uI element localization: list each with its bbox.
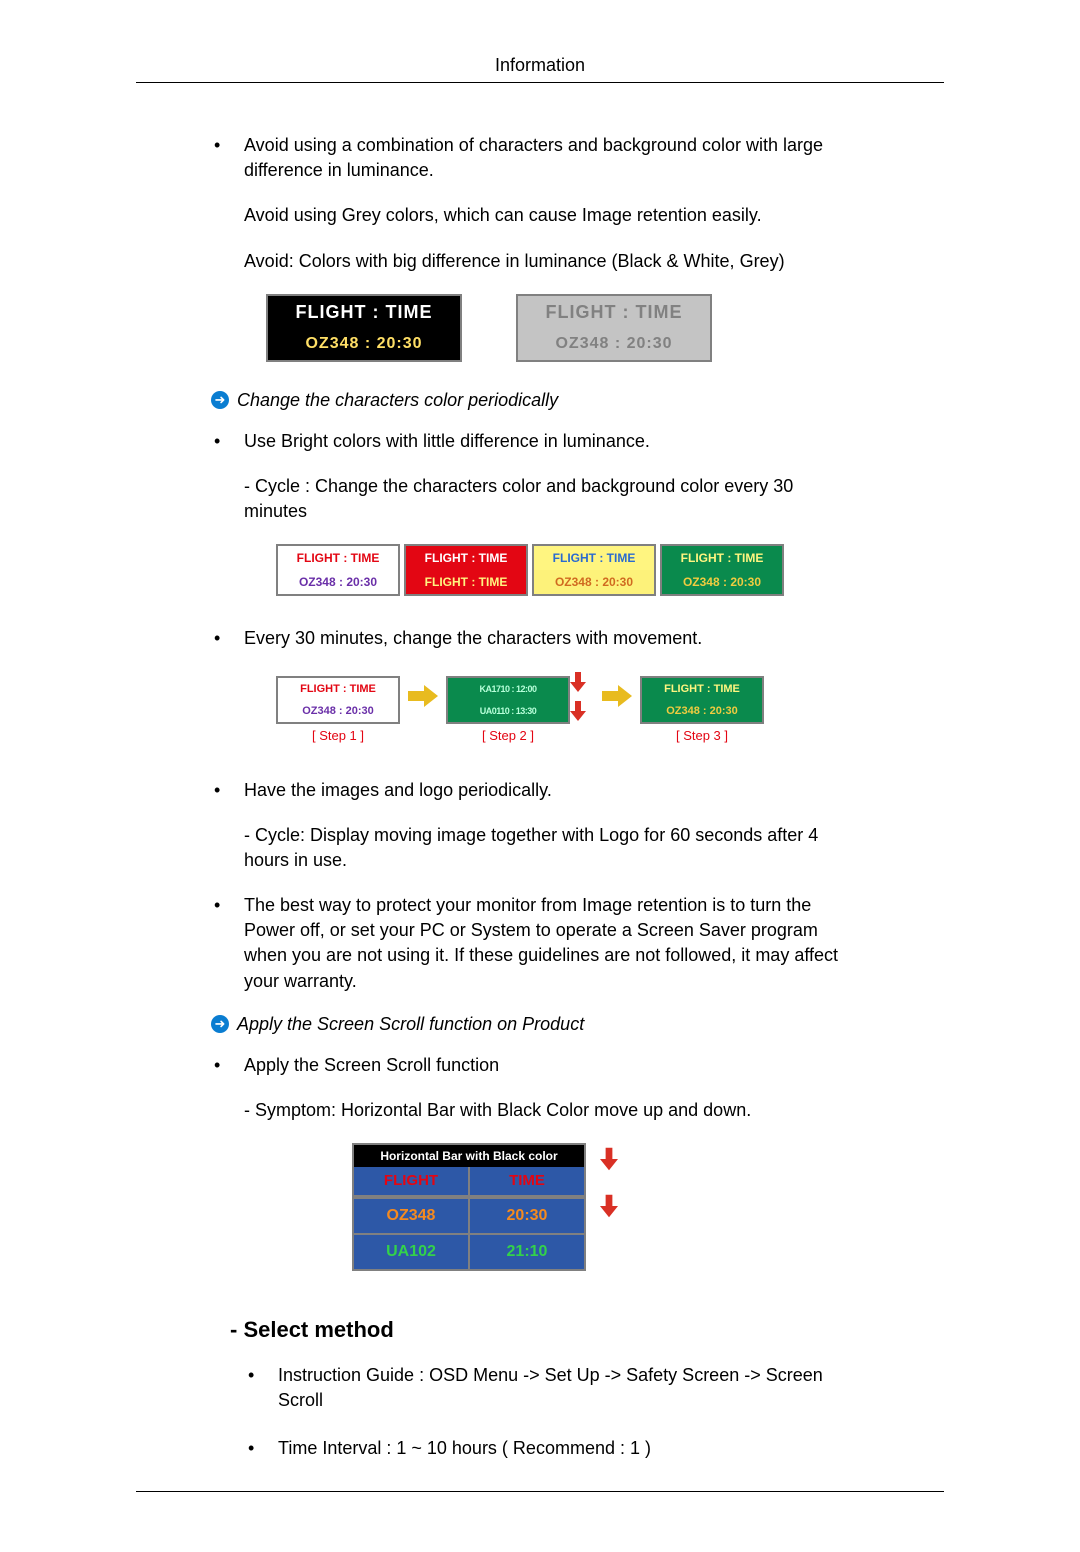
panel-black-data: OZ348 : 20:30 xyxy=(268,328,460,360)
text-avoid-luminance: Avoid using a combination of characters … xyxy=(244,133,854,183)
arrow-circle-icon: ➜ xyxy=(211,391,229,409)
text-movement: Every 30 minutes, change the characters … xyxy=(244,626,854,651)
section-movement: • Every 30 minutes, change the character… xyxy=(214,626,854,651)
step-3: FLIGHT : TIME OZ348 : 20:30 [ Step 3 ] xyxy=(640,676,764,743)
text-avoid-grey: Avoid using Grey colors, which can cause… xyxy=(244,203,854,228)
scroll-cell: OZ348 xyxy=(354,1197,470,1233)
arrow-down-icon xyxy=(600,1147,618,1176)
arrow-circle-icon: ➜ xyxy=(211,1015,229,1033)
illustration-screen-scroll: Horizontal Bar with Black color FLIGHT T… xyxy=(352,1143,944,1271)
bullet-avoid-luminance: • Avoid using a combination of character… xyxy=(214,133,854,274)
scroll-header-row: FLIGHT TIME xyxy=(354,1167,584,1197)
cycle-panel-3: FLIGHT : TIME OZ348 : 20:30 xyxy=(532,544,656,596)
bullet-best-way: • The best way to protect your monitor f… xyxy=(214,893,854,994)
step-panel-row: UA0110 : 13:30 xyxy=(448,700,568,722)
illustration-color-cycle: FLIGHT : TIME OZ348 : 20:30 FLIGHT : TIM… xyxy=(276,544,944,596)
step-3-label: [ Step 3 ] xyxy=(676,728,728,743)
note-screen-scroll: ➜ Apply the Screen Scroll function on Pr… xyxy=(211,1014,944,1035)
scroll-header-flight: FLIGHT xyxy=(354,1167,470,1197)
panel-black-header: FLIGHT : TIME xyxy=(268,296,460,328)
section-bright-colors: • Use Bright colors with little differen… xyxy=(214,429,854,525)
bullet-dot: • xyxy=(248,1363,278,1413)
section-images-logo: • Have the images and logo periodically.… xyxy=(214,778,854,994)
bullet-movement: • Every 30 minutes, change the character… xyxy=(214,626,854,651)
scroll-table: Horizontal Bar with Black color FLIGHT T… xyxy=(352,1143,586,1271)
step-panel-row: OZ348 : 20:30 xyxy=(278,700,398,722)
scroll-arrows xyxy=(600,1147,618,1271)
scroll-header-time: TIME xyxy=(470,1167,584,1197)
heading-select-method: - Select method xyxy=(230,1317,944,1343)
cycle-panel-row: OZ348 : 20:30 xyxy=(278,570,398,594)
select-method-bullets: • Instruction Guide : OSD Menu -> Set Up… xyxy=(248,1363,868,1461)
section-apply-scroll: • Apply the Screen Scroll function - Sym… xyxy=(214,1053,854,1123)
panel-grey-header: FLIGHT : TIME xyxy=(518,296,710,328)
panel-black: FLIGHT : TIME OZ348 : 20:30 xyxy=(266,294,462,362)
bullet-dot: • xyxy=(214,893,244,994)
panel-grey-data: OZ348 : 20:30 xyxy=(518,328,710,360)
bullet-images-logo: • Have the images and logo periodically.… xyxy=(214,778,854,874)
step-panel-row: KA1710 : 12:00 xyxy=(448,678,568,700)
cycle-panel-4: FLIGHT : TIME OZ348 : 20:30 xyxy=(660,544,784,596)
scroll-row-1: OZ348 20:30 xyxy=(354,1197,584,1233)
cycle-panel-row: FLIGHT : TIME xyxy=(406,570,526,594)
bullet-dot: • xyxy=(214,429,244,525)
cycle-panel-row: FLIGHT : TIME xyxy=(662,546,782,570)
cycle-panel-row: FLIGHT : TIME xyxy=(406,546,526,570)
arrow-right-icon xyxy=(408,685,438,712)
content: • Avoid using a combination of character… xyxy=(136,83,944,1492)
scroll-blackbar: Horizontal Bar with Black color xyxy=(354,1145,584,1167)
bullet-dot: • xyxy=(248,1436,278,1461)
text-instruction-guide: Instruction Guide : OSD Menu -> Set Up -… xyxy=(278,1363,868,1413)
text-apply-scroll: Apply the Screen Scroll function xyxy=(244,1053,854,1078)
step-panel-row: FLIGHT : TIME xyxy=(642,678,762,700)
arrow-down-stack xyxy=(570,672,586,726)
illustration-movement-steps: FLIGHT : TIME OZ348 : 20:30 [ Step 1 ] K… xyxy=(276,672,944,748)
note-screen-scroll-text: Apply the Screen Scroll function on Prod… xyxy=(237,1014,584,1035)
arrow-down-icon xyxy=(570,672,586,697)
arrow-down-icon xyxy=(600,1194,618,1223)
cycle-panel-2: FLIGHT : TIME FLIGHT : TIME xyxy=(404,544,528,596)
text-time-interval: Time Interval : 1 ~ 10 hours ( Recommend… xyxy=(278,1436,868,1461)
arrow-down-icon xyxy=(570,701,586,726)
text-images-logo: Have the images and logo periodically. xyxy=(244,778,854,803)
arrow-right-icon xyxy=(602,685,632,712)
step-1: FLIGHT : TIME OZ348 : 20:30 [ Step 1 ] xyxy=(276,676,400,743)
bullet-apply-scroll: • Apply the Screen Scroll function - Sym… xyxy=(214,1053,854,1123)
page-header-title: Information xyxy=(136,55,944,82)
bullet-dot: • xyxy=(214,1053,244,1123)
scroll-cell: 21:10 xyxy=(470,1233,584,1269)
step-2: KA1710 : 12:00 UA0110 : 13:30 [ Step 2 ] xyxy=(446,676,570,743)
cycle-panel-row: OZ348 : 20:30 xyxy=(534,570,654,594)
step-panel-row: FLIGHT : TIME xyxy=(278,678,398,700)
text-bright-colors: Use Bright colors with little difference… xyxy=(244,429,854,454)
bullet-dot: • xyxy=(214,133,244,274)
footer-rule xyxy=(136,1491,944,1492)
text-cycle-logo: - Cycle: Display moving image together w… xyxy=(244,823,854,873)
text-scroll-symptom: - Symptom: Horizontal Bar with Black Col… xyxy=(244,1098,854,1123)
cycle-panel-row: FLIGHT : TIME xyxy=(278,546,398,570)
bullet-instruction-guide: • Instruction Guide : OSD Menu -> Set Up… xyxy=(248,1363,868,1413)
scroll-cell: UA102 xyxy=(354,1233,470,1269)
step-1-label: [ Step 1 ] xyxy=(312,728,364,743)
page: Information • Avoid using a combination … xyxy=(136,55,944,1492)
bullet-dot: • xyxy=(214,778,244,874)
scroll-row-2: UA102 21:10 xyxy=(354,1233,584,1269)
step-2-label: [ Step 2 ] xyxy=(482,728,534,743)
scroll-cell: 20:30 xyxy=(470,1197,584,1233)
text-cycle-30min: - Cycle : Change the characters color an… xyxy=(244,474,854,524)
section-avoid: • Avoid using a combination of character… xyxy=(214,133,854,274)
bullet-bright-colors: • Use Bright colors with little differen… xyxy=(214,429,854,525)
step-panel-row: OZ348 : 20:30 xyxy=(642,700,762,722)
text-best-way: The best way to protect your monitor fro… xyxy=(244,893,854,994)
bullet-time-interval: • Time Interval : 1 ~ 10 hours ( Recomme… xyxy=(248,1436,868,1461)
text-avoid-bw: Avoid: Colors with big difference in lum… xyxy=(244,249,854,274)
note-change-color: ➜ Change the characters color periodical… xyxy=(211,390,944,411)
note-change-color-text: Change the characters color periodically xyxy=(237,390,558,411)
panel-grey: FLIGHT : TIME OZ348 : 20:30 xyxy=(516,294,712,362)
bullet-dot: • xyxy=(214,626,244,651)
cycle-panel-row: FLIGHT : TIME xyxy=(534,546,654,570)
cycle-panel-row: OZ348 : 20:30 xyxy=(662,570,782,594)
cycle-panel-1: FLIGHT : TIME OZ348 : 20:30 xyxy=(276,544,400,596)
illustration-luminance-panels: FLIGHT : TIME OZ348 : 20:30 FLIGHT : TIM… xyxy=(266,294,944,362)
